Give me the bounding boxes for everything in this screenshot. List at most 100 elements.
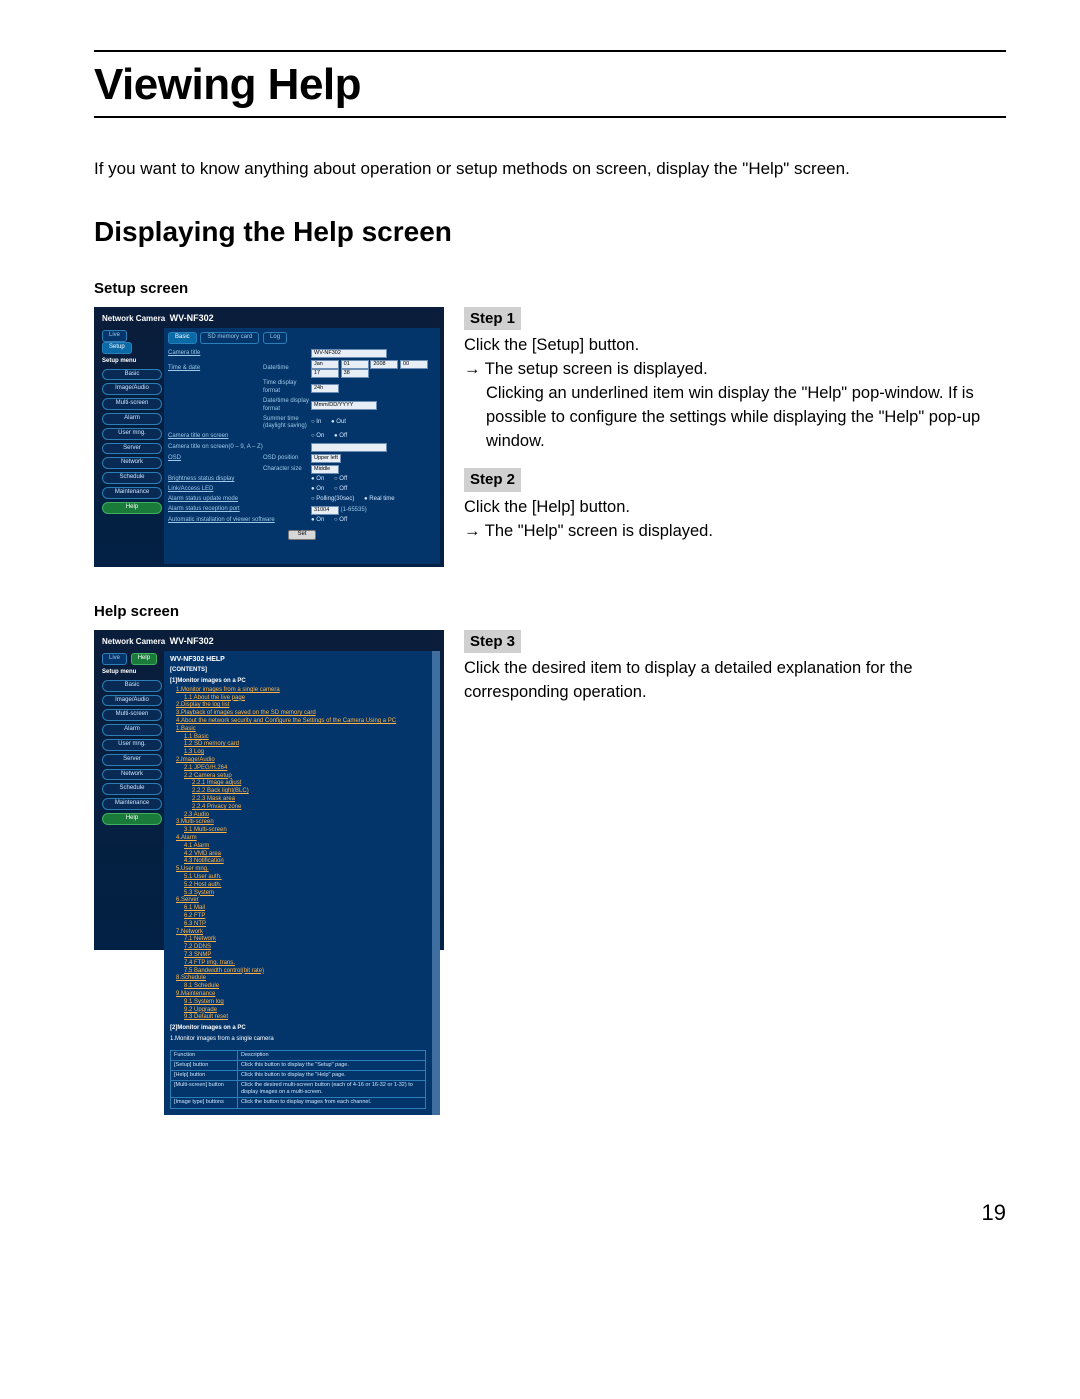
- help-link[interactable]: 4.1 Alarm: [170, 843, 426, 851]
- help-link[interactable]: 3.1 Multi-screen: [170, 827, 426, 835]
- help-link[interactable]: 5.1 User auth.: [170, 874, 426, 882]
- sidebar-item[interactable]: Maintenance: [102, 798, 162, 810]
- bright-off-radio[interactable]: Off: [334, 476, 347, 484]
- help-link[interactable]: 7.3 SNMP: [170, 952, 426, 960]
- sidebar-item[interactable]: Alarm: [102, 724, 162, 736]
- help-link[interactable]: 4.About the network security and Configu…: [170, 718, 426, 726]
- help-link[interactable]: 4.3 Notification: [170, 858, 426, 866]
- help-screen-label: Help screen: [94, 603, 1006, 620]
- setup-tab[interactable]: Setup: [102, 342, 132, 354]
- osd-pos-select[interactable]: Upper left: [311, 454, 341, 463]
- cam-title-chars-input[interactable]: [311, 443, 387, 452]
- bright-on-radio[interactable]: On: [311, 476, 324, 484]
- sidebar-item[interactable]: Multi-screen: [102, 709, 162, 721]
- dt-format-select[interactable]: Mmm/DD/YYYY: [311, 401, 377, 410]
- sidebar-item[interactable]: Network: [102, 457, 162, 469]
- basic-tab[interactable]: Basic: [168, 332, 197, 344]
- summer-out-radio[interactable]: Out: [331, 419, 346, 427]
- help-link[interactable]: 6.Server: [170, 897, 426, 905]
- help-link[interactable]: 3.Multi-screen: [170, 819, 426, 827]
- help-link[interactable]: 9.1 System log: [170, 999, 426, 1007]
- help-link[interactable]: 2.2 Camera setup: [170, 773, 426, 781]
- help-link[interactable]: 2.1 JPEG/H.264: [170, 765, 426, 773]
- help-link[interactable]: 2.3 Audio: [170, 812, 426, 820]
- day-select[interactable]: 01: [341, 360, 369, 369]
- sidebar-item-help[interactable]: Help: [102, 502, 162, 514]
- help-link[interactable]: 6.1 Mail: [170, 905, 426, 913]
- camera-title-input[interactable]: WV-NF302: [311, 349, 387, 358]
- sidebar-item[interactable]: Alarm: [102, 413, 162, 425]
- log-tab[interactable]: Log: [263, 332, 287, 344]
- live-tab-2[interactable]: Live: [102, 653, 127, 665]
- help-link[interactable]: 7.5 Bandwidth control(bit rate): [170, 968, 426, 976]
- auto-off-radio[interactable]: Off: [334, 517, 347, 525]
- alarm-port-input[interactable]: 31004: [311, 506, 339, 515]
- sidebar-item-help-2[interactable]: Help: [102, 813, 162, 825]
- help-link[interactable]: 4.Alarm: [170, 835, 426, 843]
- sidebar-item[interactable]: Multi-screen: [102, 398, 162, 410]
- sidebar-item[interactable]: Server: [102, 443, 162, 455]
- polling-radio[interactable]: Polling(30sec): [311, 496, 354, 504]
- sidebar-item[interactable]: Network: [102, 769, 162, 781]
- help-link[interactable]: 6.3 NTP: [170, 921, 426, 929]
- sidebar-item[interactable]: Basic: [102, 369, 162, 381]
- help-link[interactable]: 7.2 DDNS: [170, 944, 426, 952]
- help-link[interactable]: 8.1 Schedule: [170, 983, 426, 991]
- sidebar-item[interactable]: User mng.: [102, 739, 162, 751]
- sdcard-tab[interactable]: SD memory card: [200, 332, 259, 344]
- sidebar-item[interactable]: User mng.: [102, 428, 162, 440]
- help-link[interactable]: 8.Schedule: [170, 975, 426, 983]
- model-text-2: WV-NF302: [170, 636, 214, 646]
- help-link[interactable]: 1.1 Basic: [170, 734, 426, 742]
- sidebar-item[interactable]: Maintenance: [102, 487, 162, 499]
- help-link[interactable]: 1.2 SD memory card: [170, 741, 426, 749]
- help-link[interactable]: 7.4 FTP img. trans.: [170, 960, 426, 968]
- help-link[interactable]: 2.Display the log list: [170, 702, 426, 710]
- cts-off-radio[interactable]: Off: [334, 433, 347, 441]
- help-link[interactable]: 5.3 System: [170, 890, 426, 898]
- help-link[interactable]: 6.2 FTP: [170, 913, 426, 921]
- help-link[interactable]: 5.2 Host auth.: [170, 882, 426, 890]
- ss-select[interactable]: 38: [341, 369, 369, 378]
- help-link[interactable]: 7.Network: [170, 929, 426, 937]
- help-link[interactable]: 1.3 Log: [170, 749, 426, 757]
- time-format-select[interactable]: 24h: [311, 384, 339, 393]
- help-link[interactable]: 1.Basic: [170, 726, 426, 734]
- help-link[interactable]: 7.1 Network: [170, 936, 426, 944]
- help-link[interactable]: 1.Monitor images from a single camera: [170, 687, 426, 695]
- top-rule: [94, 50, 1006, 52]
- sidebar-item[interactable]: Schedule: [102, 783, 162, 795]
- set-button[interactable]: Set: [288, 530, 315, 540]
- sidebar-item[interactable]: Image/Audio: [102, 383, 162, 395]
- help-link[interactable]: 2.2.2 Back light(BLC): [170, 788, 426, 796]
- led-on-radio[interactable]: On: [311, 486, 324, 494]
- auto-on-radio[interactable]: On: [311, 517, 324, 525]
- cts-on-radio[interactable]: On: [311, 433, 324, 441]
- help-tab[interactable]: Help: [131, 653, 157, 665]
- char-size-select[interactable]: Middle: [311, 465, 339, 474]
- year-select[interactable]: 2008: [370, 360, 398, 369]
- help-link[interactable]: 9.2 Upgrade: [170, 1007, 426, 1015]
- sidebar-item[interactable]: Basic: [102, 680, 162, 692]
- help-link[interactable]: 4.2 VMD area: [170, 851, 426, 859]
- help-link[interactable]: 1.1 About the live page: [170, 695, 426, 703]
- summer-in-radio[interactable]: In: [311, 419, 321, 427]
- help-link[interactable]: 2.2.3 Mask area: [170, 796, 426, 804]
- help-link[interactable]: 2.2.4 Privacy zone: [170, 804, 426, 812]
- led-off-radio[interactable]: Off: [334, 486, 347, 494]
- realtime-radio[interactable]: Real time: [364, 496, 395, 504]
- help-link[interactable]: 3.Playback of images saved on the SD mem…: [170, 710, 426, 718]
- help-link[interactable]: 2.Image/Audio: [170, 757, 426, 765]
- sidebar-item[interactable]: Image/Audio: [102, 695, 162, 707]
- month-select[interactable]: Jan: [311, 360, 339, 369]
- help-sec1: [1]Monitor images on a PC: [170, 678, 426, 686]
- live-tab[interactable]: Live: [102, 330, 127, 342]
- hh-select[interactable]: 00: [400, 360, 428, 369]
- help-link[interactable]: 9.Maintenance: [170, 991, 426, 999]
- help-link[interactable]: 9.3 Default reset: [170, 1014, 426, 1022]
- mm-select[interactable]: 17: [311, 369, 339, 378]
- help-link[interactable]: 2.2.1 Image adjust: [170, 780, 426, 788]
- help-link[interactable]: 5.User mng.: [170, 866, 426, 874]
- sidebar-item[interactable]: Server: [102, 754, 162, 766]
- sidebar-item[interactable]: Schedule: [102, 472, 162, 484]
